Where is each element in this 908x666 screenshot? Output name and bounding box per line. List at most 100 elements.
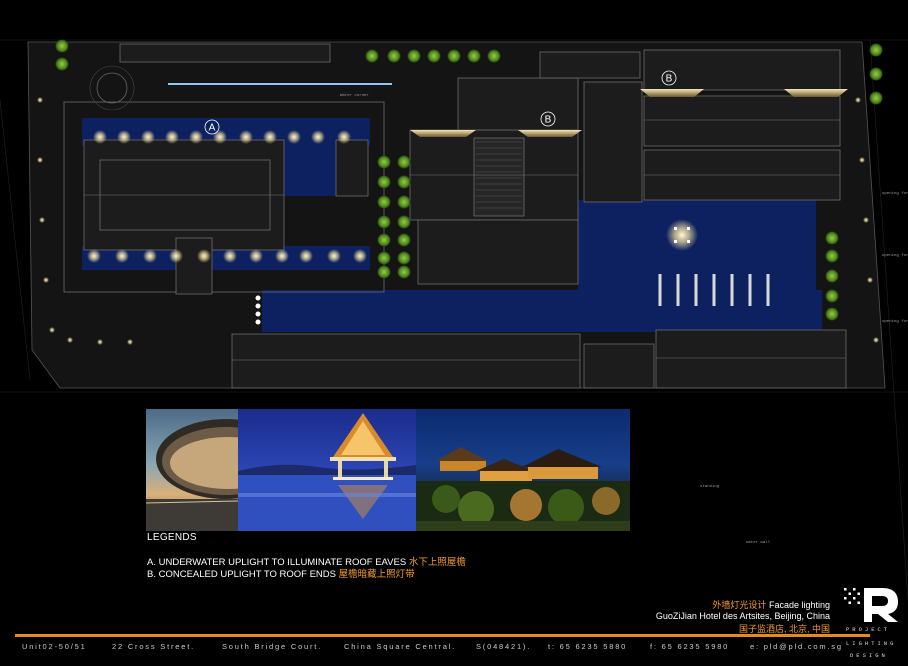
footer-street: 22 Cross Street. xyxy=(112,642,195,651)
plan-label: standing xyxy=(700,484,720,489)
plan-label: opening for bays xyxy=(882,253,908,258)
plan-label: opening for bays xyxy=(882,191,908,196)
tree xyxy=(377,251,391,265)
tree xyxy=(377,195,391,209)
logo-text-line3: DESIGN xyxy=(850,652,888,659)
underwater-uplight xyxy=(249,249,263,263)
footer-postcode: S(048421). xyxy=(476,642,532,651)
tree xyxy=(377,155,391,169)
legend-item-b: B. CONCEALED UPLIGHT TO ROOF ENDS 屋檐暗藏上照… xyxy=(147,566,415,580)
underwater-uplight xyxy=(143,249,157,263)
tree xyxy=(825,307,839,321)
pool-fixture xyxy=(766,274,770,306)
tree xyxy=(397,265,411,279)
legend-item-a-cn: 水下上照屋檐 xyxy=(408,557,466,568)
underwater-uplight xyxy=(287,130,301,144)
tree xyxy=(407,49,421,63)
tree xyxy=(365,49,379,63)
underwater-uplight xyxy=(337,130,351,144)
tree xyxy=(377,233,391,247)
tree xyxy=(397,233,411,247)
tree xyxy=(869,91,883,105)
reference-photo-curved-building xyxy=(146,409,238,531)
area-marker-label: A xyxy=(209,123,216,134)
area-marker-label: B xyxy=(666,74,673,85)
wall-washer-light xyxy=(39,217,45,223)
tree xyxy=(55,39,69,53)
underwater-uplight xyxy=(169,249,183,263)
tree xyxy=(397,155,411,169)
logo-dot xyxy=(848,592,851,595)
footer-accent-line xyxy=(15,634,870,637)
wall-washer-light xyxy=(127,339,133,345)
pool-fixture xyxy=(658,274,662,306)
tree xyxy=(377,265,391,279)
tree xyxy=(55,57,69,71)
underwater-uplight xyxy=(275,249,289,263)
wall-washer-light xyxy=(49,327,55,333)
plan-label: Water corner xyxy=(340,93,369,98)
wall-washer-light xyxy=(859,157,865,163)
footer-complex: China Square Central. xyxy=(344,642,457,651)
underwater-uplight xyxy=(117,130,131,144)
wall-washer-light xyxy=(97,339,103,345)
underwater-uplight xyxy=(263,130,277,144)
underwater-uplight xyxy=(327,249,341,263)
pool-fixture xyxy=(712,274,716,306)
pld-logo-icon xyxy=(844,588,898,622)
logo-dot xyxy=(848,601,851,604)
sheet-heading-cn: 外墙灯光设计 xyxy=(712,600,767,610)
logo-text-line2: LIGHTING xyxy=(846,640,897,647)
underwater-uplight xyxy=(223,249,237,263)
tree xyxy=(387,49,401,63)
logo-dot xyxy=(844,597,847,600)
logo-text-line1: PROJECT xyxy=(846,626,891,633)
tree xyxy=(825,249,839,263)
plan-label: opening for bays xyxy=(882,319,908,324)
tree xyxy=(825,289,839,303)
underwater-uplight xyxy=(353,249,367,263)
underwater-uplight xyxy=(311,130,325,144)
wall-washer-light xyxy=(855,97,861,103)
logo-dot xyxy=(853,588,856,591)
tree xyxy=(487,49,501,63)
wall-washer-light xyxy=(67,337,73,343)
legend-item-b-text: B. CONCEALED UPLIGHT TO ROOF ENDS xyxy=(147,569,336,580)
tree xyxy=(467,49,481,63)
underwater-uplight xyxy=(239,130,253,144)
footer-fax: f: 65 6235 5980 xyxy=(650,642,730,651)
tree xyxy=(825,231,839,245)
sheet-heading: 外墙灯光设计 Facade lighting xyxy=(712,598,830,611)
logo-dot xyxy=(853,597,856,600)
tree xyxy=(869,67,883,81)
tree xyxy=(397,251,411,265)
wall-washer-light xyxy=(37,97,43,103)
underwater-uplight xyxy=(299,249,313,263)
tree xyxy=(427,49,441,63)
plan-label: water wall xyxy=(746,540,771,545)
reference-photo-pavilion xyxy=(238,409,416,531)
wall-washer-light xyxy=(43,277,49,283)
logo-dot xyxy=(857,592,860,595)
tree xyxy=(397,175,411,189)
pool-fixture xyxy=(694,274,698,306)
reference-photo-temple-roofs xyxy=(416,409,630,531)
wall-washer-light xyxy=(863,217,869,223)
tree xyxy=(397,215,411,229)
tree xyxy=(377,215,391,229)
sheet-heading-en: Facade lighting xyxy=(768,600,830,610)
underwater-uplight xyxy=(93,130,107,144)
wall-washer-light xyxy=(37,157,43,163)
wall-washer-light xyxy=(867,277,873,283)
footer-unit: Unit02-50/51 xyxy=(22,642,87,651)
tree xyxy=(377,175,391,189)
tree xyxy=(397,195,411,209)
wall-washer-light xyxy=(873,337,879,343)
legend-title: LEGENDS xyxy=(147,532,197,543)
underwater-uplight xyxy=(165,130,179,144)
presentation-sheet: A B B Water corner standing water wall openin… xyxy=(0,0,908,666)
footer-telephone: t: 65 6235 5880 xyxy=(548,642,628,651)
pool-fixture xyxy=(676,274,680,306)
footer-building: South Bridge Court. xyxy=(222,642,323,651)
tree xyxy=(447,49,461,63)
